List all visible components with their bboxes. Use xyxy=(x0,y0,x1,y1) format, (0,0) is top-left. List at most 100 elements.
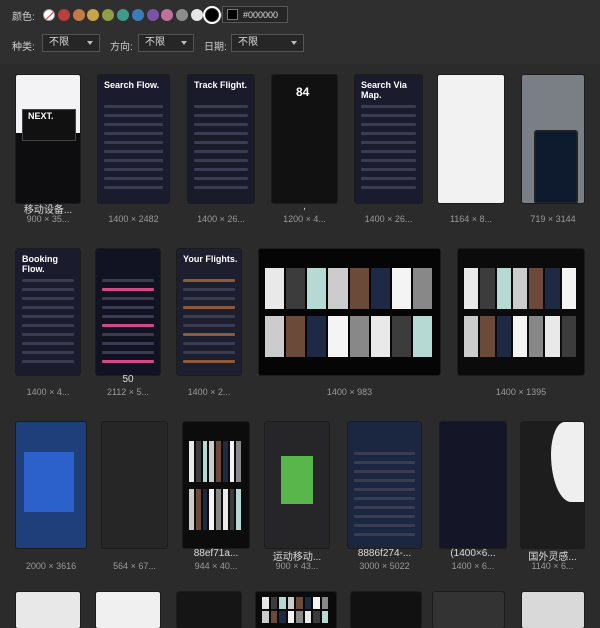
item-title[interactable]: 50 xyxy=(88,374,168,385)
gallery-thumbnail[interactable] xyxy=(16,592,80,628)
thumbnail-bar xyxy=(194,177,248,180)
color-swatch-yellow[interactable] xyxy=(87,9,100,21)
color-swatch-orange[interactable] xyxy=(72,9,85,21)
thumbnail-bar xyxy=(22,333,74,336)
collage-panel xyxy=(270,611,277,623)
collage-panel xyxy=(464,267,479,310)
gallery-thumbnail[interactable] xyxy=(521,422,584,548)
item-title[interactable]: 88ef71a... xyxy=(175,548,257,559)
color-swatch-red[interactable] xyxy=(57,9,70,21)
collage-panel xyxy=(265,315,285,358)
hex-color-input[interactable]: #000000 xyxy=(222,6,288,23)
direction-filter-label: 方向: xyxy=(110,42,133,53)
gallery-thumbnail[interactable]: NEXT. xyxy=(16,75,80,203)
thumbnail-bar xyxy=(194,123,248,126)
thumbnail-bar xyxy=(361,177,416,180)
collage-panel xyxy=(202,488,208,531)
type-select[interactable]: 不限 xyxy=(42,34,100,52)
thumbnail-bar xyxy=(194,141,248,144)
collage-panel xyxy=(307,315,327,358)
collage-panel xyxy=(529,267,544,310)
gallery-thumbnail[interactable] xyxy=(102,422,167,548)
color-swatch-purple[interactable] xyxy=(146,9,159,21)
thumbnail-text: NEXT. xyxy=(28,111,54,121)
date-select[interactable]: 不限 xyxy=(231,34,304,52)
thumbnail-bar xyxy=(102,324,154,327)
thumbnail-bar xyxy=(361,150,416,153)
item-dimensions: 2112 × 5... xyxy=(106,387,150,397)
direction-select-value: 不限 xyxy=(145,37,165,48)
gallery-thumbnail[interactable] xyxy=(440,422,506,548)
collage-panel xyxy=(496,267,511,310)
collage-panel xyxy=(262,597,269,610)
gallery-thumbnail[interactable] xyxy=(348,422,421,548)
gallery-thumbnail[interactable] xyxy=(433,592,504,628)
thumbnail-text: 84 xyxy=(296,85,310,99)
gallery-thumbnail[interactable] xyxy=(522,592,584,628)
gallery-thumbnail[interactable]: Your Flights. xyxy=(177,249,241,375)
collage-panel xyxy=(529,315,544,358)
collage-panel xyxy=(370,267,390,310)
thumbnail-bar xyxy=(361,168,416,171)
gallery-thumbnail[interactable] xyxy=(16,422,86,548)
color-swatch-white[interactable] xyxy=(191,9,203,21)
type-filter-label: 种类: xyxy=(12,42,35,53)
gallery-thumbnail[interactable] xyxy=(96,592,160,628)
color-swatch-pink[interactable] xyxy=(161,9,174,21)
direction-select[interactable]: 不限 xyxy=(138,34,194,52)
thumbnail-bar xyxy=(102,360,154,363)
collage-panel xyxy=(313,611,320,623)
thumbnail-bar xyxy=(104,105,163,108)
gallery-thumbnail[interactable] xyxy=(522,75,584,203)
thumbnail-bar xyxy=(22,360,74,363)
gallery-thumbnail[interactable] xyxy=(438,75,504,203)
gallery-thumbnail[interactable] xyxy=(96,249,160,375)
thumbnail-bar xyxy=(22,342,74,345)
item-title[interactable]: , xyxy=(264,201,345,212)
gallery-thumbnail[interactable] xyxy=(351,592,421,628)
item-dimensions: 1400 × 2... xyxy=(187,387,231,397)
thumbnail-bar xyxy=(183,351,235,354)
collage-panel xyxy=(189,488,194,531)
gallery-thumbnail[interactable]: Search Flow. xyxy=(98,75,169,203)
thumbnail-bar xyxy=(183,297,235,300)
thumbnail-bar xyxy=(22,306,74,309)
item-dimensions: 3000 × 5022 xyxy=(359,561,410,571)
gallery-thumbnail[interactable]: Track Flight. xyxy=(188,75,254,203)
color-swatch-gray[interactable] xyxy=(176,9,189,21)
item-dimensions: 944 × 40... xyxy=(194,561,238,571)
collage-panel xyxy=(512,267,528,310)
thumbnail-bar xyxy=(194,132,248,135)
gallery-thumbnail[interactable] xyxy=(458,249,584,375)
gallery-thumbnail[interactable] xyxy=(177,592,241,628)
item-title[interactable]: 8886f274-... xyxy=(340,548,429,559)
thumbnail-bar xyxy=(102,297,154,300)
color-swatch-none[interactable] xyxy=(43,9,55,21)
collage-panel xyxy=(328,315,348,358)
gallery-thumbnail[interactable] xyxy=(265,422,329,548)
blue-card xyxy=(24,452,74,512)
thumbnail-bar xyxy=(183,279,235,282)
gallery-thumbnail[interactable] xyxy=(256,592,336,628)
gallery-thumbnail[interactable]: 84 xyxy=(272,75,337,203)
gallery-thumbnail[interactable]: Search Via Map. xyxy=(355,75,422,203)
thumbnail-bar xyxy=(354,452,415,455)
gallery-thumbnail[interactable] xyxy=(183,422,249,548)
item-dimensions: 2000 × 3616 xyxy=(25,561,77,571)
color-swatch-teal[interactable] xyxy=(117,9,129,21)
gallery-thumbnail[interactable]: Booking Flow. xyxy=(16,249,80,375)
gallery-thumbnail[interactable] xyxy=(259,249,440,375)
color-swatch-olive[interactable] xyxy=(102,9,115,21)
thumbnail-bar xyxy=(354,533,415,536)
collage-panel xyxy=(391,315,411,358)
thumbnail-bar xyxy=(104,132,163,135)
thumbnail-bar xyxy=(361,114,416,117)
color-swatch-blue[interactable] xyxy=(131,9,144,21)
thumbnail-bar xyxy=(102,279,154,282)
thumbnail-bar xyxy=(104,141,163,144)
collage-panel xyxy=(236,488,241,531)
item-title[interactable]: (1400×6... xyxy=(432,548,514,559)
collage-panel xyxy=(286,267,306,310)
chevron-down-icon xyxy=(291,41,297,45)
color-swatch-black[interactable] xyxy=(202,6,221,24)
